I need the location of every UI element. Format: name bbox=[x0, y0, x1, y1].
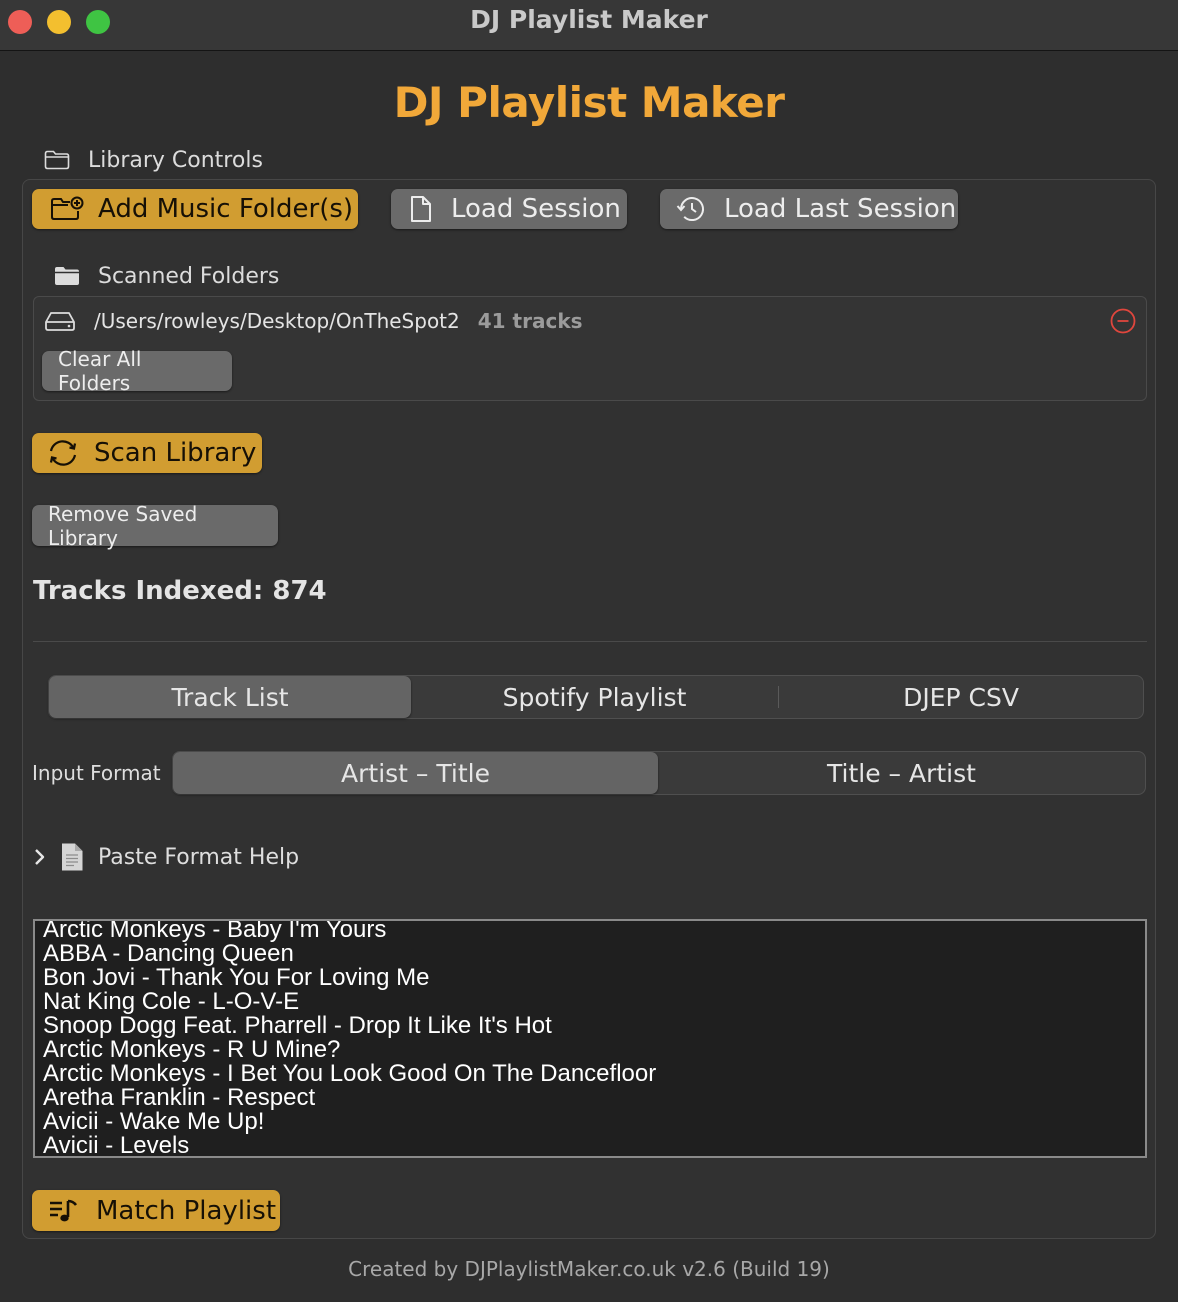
load-last-session-label: Load Last Session bbox=[724, 194, 957, 224]
track-line: Snoop Dogg Feat. Pharrell - Drop It Like… bbox=[43, 1012, 552, 1039]
footer-credit: Created by DJPlaylistMaker.co.uk v2.6 (B… bbox=[348, 1257, 830, 1281]
track-line: Avicii - Levels bbox=[43, 1132, 190, 1158]
folder-filled-icon bbox=[55, 267, 79, 285]
add-music-folder-label: Add Music Folder(s) bbox=[98, 194, 354, 224]
paste-format-help-label: Paste Format Help bbox=[98, 844, 300, 870]
tab-djep-csv[interactable]: DJEP CSV bbox=[779, 676, 1143, 718]
track-line: Arctic Monkeys - I Bet You Look Good On … bbox=[43, 1060, 657, 1087]
folder-row: /Users/rowleys/Desktop/OnTheSpot2 41 tra… bbox=[44, 306, 583, 336]
load-session-button[interactable]: Load Session bbox=[391, 189, 627, 229]
track-line: Nat King Cole - L-O-V-E bbox=[43, 988, 300, 1015]
tab-track-list-label: Track List bbox=[171, 682, 289, 712]
document-text-icon bbox=[62, 843, 83, 871]
library-controls-label: Library Controls bbox=[88, 147, 263, 173]
tracks-indexed-count: Tracks Indexed: 874 bbox=[33, 576, 327, 606]
folder-track-count: 41 tracks bbox=[477, 309, 583, 333]
music-list-icon bbox=[50, 1199, 78, 1221]
match-playlist-button[interactable]: Match Playlist bbox=[32, 1190, 280, 1231]
folder-add-icon bbox=[51, 196, 84, 220]
tab-spotify-playlist[interactable]: Spotify Playlist bbox=[411, 676, 778, 718]
match-playlist-label: Match Playlist bbox=[96, 1195, 277, 1226]
load-session-label: Load Session bbox=[451, 194, 621, 224]
add-music-folder-button[interactable]: Add Music Folder(s) bbox=[32, 189, 358, 229]
hard-drive-icon bbox=[45, 312, 75, 331]
tab-spotify-playlist-label: Spotify Playlist bbox=[502, 682, 687, 712]
load-last-session-button[interactable]: Load Last Session bbox=[660, 189, 958, 229]
history-icon bbox=[676, 197, 704, 222]
clear-all-folders-button[interactable]: Clear All Folders bbox=[42, 347, 232, 395]
scanned-folders-header: Scanned Folders bbox=[54, 262, 279, 290]
section-divider bbox=[33, 641, 1147, 642]
scan-library-label: Scan Library bbox=[94, 438, 257, 468]
app-title: DJ Playlist Maker bbox=[393, 78, 785, 127]
remove-saved-library-label: Remove Saved Library bbox=[48, 501, 198, 550]
scanned-folders-label: Scanned Folders bbox=[98, 263, 280, 289]
format-artist-title[interactable]: Artist – Title bbox=[173, 752, 658, 794]
track-line: Avicii - Wake Me Up! bbox=[43, 1108, 265, 1135]
window-title: DJ Playlist Maker bbox=[470, 5, 708, 34]
input-format-selector: Artist – Title Title – Artist bbox=[172, 751, 1146, 795]
sync-icon bbox=[49, 440, 77, 466]
input-format-label: Input Format bbox=[32, 761, 161, 785]
track-line: Arctic Monkeys - R U Mine? bbox=[43, 1036, 341, 1063]
chevron-right-icon bbox=[35, 849, 45, 865]
remove-saved-library-button[interactable]: Remove Saved Library bbox=[32, 502, 278, 550]
track-line: Bon Jovi - Thank You For Loving Me bbox=[43, 964, 430, 991]
track-line: Arctic Monkeys - Baby I'm Yours bbox=[43, 919, 387, 943]
format-title-artist[interactable]: Title – Artist bbox=[658, 752, 1145, 794]
library-controls-header: Library Controls bbox=[44, 145, 263, 175]
folder-icon bbox=[44, 150, 70, 170]
track-line: Aretha Franklin - Respect bbox=[43, 1084, 316, 1111]
format-artist-title-label: Artist – Title bbox=[341, 758, 490, 788]
paste-format-help-disclosure[interactable]: Paste Format Help bbox=[32, 841, 299, 873]
format-title-artist-label: Title – Artist bbox=[827, 758, 976, 788]
folder-path: /Users/rowleys/Desktop/OnTheSpot2 bbox=[94, 309, 460, 333]
tab-track-list[interactable]: Track List bbox=[49, 676, 411, 718]
track-line: ABBA - Dancing Queen bbox=[43, 940, 294, 967]
document-icon bbox=[411, 196, 431, 222]
tab-djep-csv-label: DJEP CSV bbox=[903, 682, 1019, 712]
remove-folder-icon[interactable] bbox=[1110, 308, 1136, 334]
track-list-input[interactable]: Arctic Monkeys - Baby I'm Yours ABBA - D… bbox=[33, 919, 1147, 1158]
window-titlebar: DJ Playlist Maker bbox=[0, 0, 1178, 51]
scan-library-button[interactable]: Scan Library bbox=[32, 433, 262, 473]
clear-all-folders-label: Clear All Folders bbox=[58, 347, 142, 395]
source-tabs: Track List Spotify Playlist DJEP CSV bbox=[48, 675, 1144, 719]
